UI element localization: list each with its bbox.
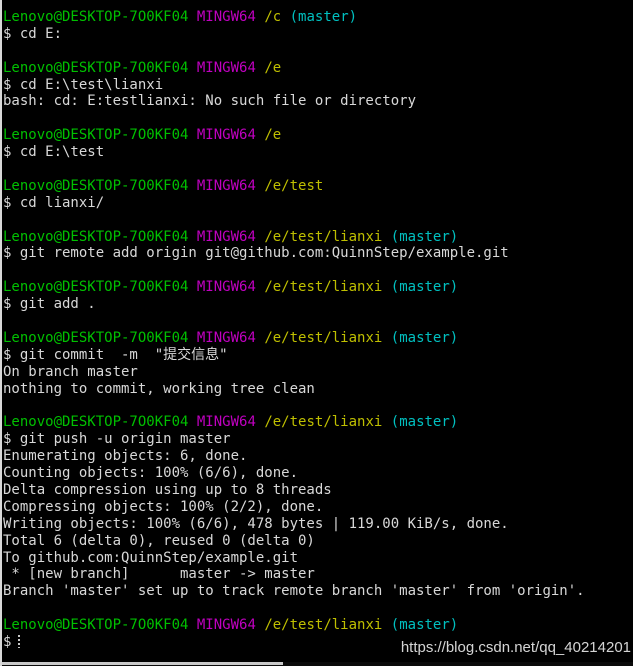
terminal-command-line: $ git remote add origin git@github.com:Q… — [2, 245, 633, 262]
prompt-dollar-sign: $ — [3, 633, 12, 650]
output-text: Branch 'master' set up to track remote b… — [3, 583, 585, 600]
terminal-command-line: $ git add . — [2, 296, 633, 313]
terminal-prompt-line: Lenovo@DESKTOP-7O0KF04 MINGW64 /e — [2, 127, 633, 144]
prompt-git-branch: (master) — [390, 617, 459, 634]
output-text: Total 6 (delta 0), reused 0 (delta 0) — [3, 532, 315, 549]
prompt-user-host: Lenovo@DESKTOP-7O0KF04 — [3, 127, 189, 144]
prompt-git-branch: (master) — [390, 228, 459, 245]
prompt-shell-name: MINGW64 — [196, 228, 256, 245]
terminal-command-line: $ git push -u origin master — [2, 431, 633, 448]
prompt-path: /e/test/lianxi — [264, 279, 383, 296]
terminal-output-line: Writing objects: 100% (6/6), 478 bytes |… — [2, 516, 633, 533]
text-cursor[interactable] — [18, 634, 21, 648]
terminal-output-line: Delta compression using up to 8 threads — [2, 482, 633, 499]
terminal-prompt-line: Lenovo@DESKTOP-7O0KF04 MINGW64 /e — [2, 60, 633, 77]
scrollbar-thumb[interactable] — [2, 662, 283, 665]
prompt-shell-name: MINGW64 — [196, 414, 256, 431]
prompt-git-branch: (master) — [390, 279, 459, 296]
terminal-prompt-line: Lenovo@DESKTOP-7O0KF04 MINGW64 /e/test/l… — [2, 279, 633, 296]
prompt-user-host: Lenovo@DESKTOP-7O0KF04 — [3, 279, 189, 296]
prompt-shell-name: MINGW64 — [196, 177, 256, 194]
command-text: $ cd E:\test\lianxi — [3, 76, 164, 93]
prompt-git-branch: (master) — [390, 329, 459, 346]
terminal-screen[interactable]: Lenovo@DESKTOP-7O0KF04 MINGW64 /c (maste… — [2, 9, 633, 651]
output-text: Compressing objects: 100% (2/2), done. — [3, 498, 324, 515]
terminal-output-line: Total 6 (delta 0), reused 0 (delta 0) — [2, 533, 633, 550]
command-text: $ git add . — [3, 296, 96, 313]
command-text: $ git remote add origin git@github.com:Q… — [3, 245, 509, 262]
prompt-path: /e/test/lianxi — [264, 228, 383, 245]
prompt-user-host: Lenovo@DESKTOP-7O0KF04 — [3, 177, 189, 194]
terminal-prompt-line: Lenovo@DESKTOP-7O0KF04 MINGW64 /c (maste… — [2, 9, 633, 26]
terminal-prompt-line: Lenovo@DESKTOP-7O0KF04 MINGW64 /e/test/l… — [2, 414, 633, 431]
prompt-user-host: Lenovo@DESKTOP-7O0KF04 — [3, 329, 189, 346]
terminal-prompt-line: Lenovo@DESKTOP-7O0KF04 MINGW64 /e/test/l… — [2, 229, 633, 246]
command-text: $ git commit -m "提交信息" — [3, 346, 228, 363]
output-text: To github.com:QuinnStep/example.git — [3, 549, 299, 566]
terminal-prompt-line: Lenovo@DESKTOP-7O0KF04 MINGW64 /e/test/l… — [2, 617, 633, 634]
prompt-shell-name: MINGW64 — [196, 59, 256, 76]
terminal-command-line: $ cd E: — [2, 26, 633, 43]
prompt-path: /e/test/lianxi — [264, 329, 383, 346]
command-text: $ cd lianxi/ — [3, 194, 105, 211]
prompt-user-host: Lenovo@DESKTOP-7O0KF04 — [3, 414, 189, 431]
output-text: * [new branch] master -> master — [3, 566, 315, 583]
prompt-path: /e — [264, 127, 282, 144]
output-text: bash: cd: E:testlianxi: No such file or … — [3, 93, 417, 110]
prompt-shell-name: MINGW64 — [196, 9, 256, 25]
output-text: Delta compression using up to 8 threads — [3, 481, 332, 498]
prompt-git-branch: (master) — [390, 414, 459, 431]
command-text: $ cd E:\test — [3, 144, 105, 161]
output-text: Writing objects: 100% (6/6), 478 bytes |… — [3, 515, 509, 532]
prompt-path: /e/test/lianxi — [264, 617, 383, 634]
terminal-command-line: $ cd E:\test\lianxi — [2, 77, 633, 94]
terminal-prompt-line: Lenovo@DESKTOP-7O0KF04 MINGW64 /e/test — [2, 178, 633, 195]
prompt-git-branch: (master) — [289, 9, 358, 25]
command-text: $ git push -u origin master — [3, 431, 231, 448]
prompt-shell-name: MINGW64 — [196, 617, 256, 634]
prompt-path: /c — [264, 9, 282, 25]
prompt-user-host: Lenovo@DESKTOP-7O0KF04 — [3, 617, 189, 634]
terminal-output-line: nothing to commit, working tree clean — [2, 381, 633, 398]
prompt-path: /e — [264, 59, 282, 76]
terminal-output-line: * [new branch] master -> master — [2, 566, 633, 583]
command-text: $ cd E: — [3, 25, 63, 42]
terminal-output-line: Branch 'master' set up to track remote b… — [2, 583, 633, 600]
terminal-output-line: To github.com:QuinnStep/example.git — [2, 550, 633, 567]
horizontal-scrollbar[interactable] — [2, 662, 633, 666]
prompt-user-host: Lenovo@DESKTOP-7O0KF04 — [3, 59, 189, 76]
terminal-output-line: Enumerating objects: 6, done. — [2, 448, 633, 465]
terminal-window[interactable]: Lenovo@DESKTOP-7O0KF04 MINGW64 /c (maste… — [0, 0, 633, 666]
terminal-output-line: Counting objects: 100% (6/6), done. — [2, 465, 633, 482]
terminal-command-line: $ cd lianxi/ — [2, 195, 633, 212]
terminal-output-line: Compressing objects: 100% (2/2), done. — [2, 499, 633, 516]
prompt-user-host: Lenovo@DESKTOP-7O0KF04 — [3, 9, 189, 25]
prompt-user-host: Lenovo@DESKTOP-7O0KF04 — [3, 228, 189, 245]
prompt-path: /e/test — [264, 177, 324, 194]
output-text: nothing to commit, working tree clean — [3, 380, 315, 397]
output-text: Counting objects: 100% (6/6), done. — [3, 465, 299, 482]
terminal-output-line: On branch master — [2, 364, 633, 381]
output-text: On branch master — [3, 363, 138, 380]
prompt-shell-name: MINGW64 — [196, 279, 256, 296]
csdn-watermark: https://blog.csdn.net/qq_40214201 — [400, 639, 631, 656]
terminal-output-line: bash: cd: E:testlianxi: No such file or … — [2, 93, 633, 110]
prompt-shell-name: MINGW64 — [196, 329, 256, 346]
terminal-command-line: $ git commit -m "提交信息" — [2, 347, 633, 364]
prompt-path: /e/test/lianxi — [264, 414, 383, 431]
prompt-shell-name: MINGW64 — [196, 127, 256, 144]
terminal-prompt-line: Lenovo@DESKTOP-7O0KF04 MINGW64 /e/test/l… — [2, 330, 633, 347]
terminal-command-line: $ cd E:\test — [2, 144, 633, 161]
output-text: Enumerating objects: 6, done. — [3, 448, 248, 465]
